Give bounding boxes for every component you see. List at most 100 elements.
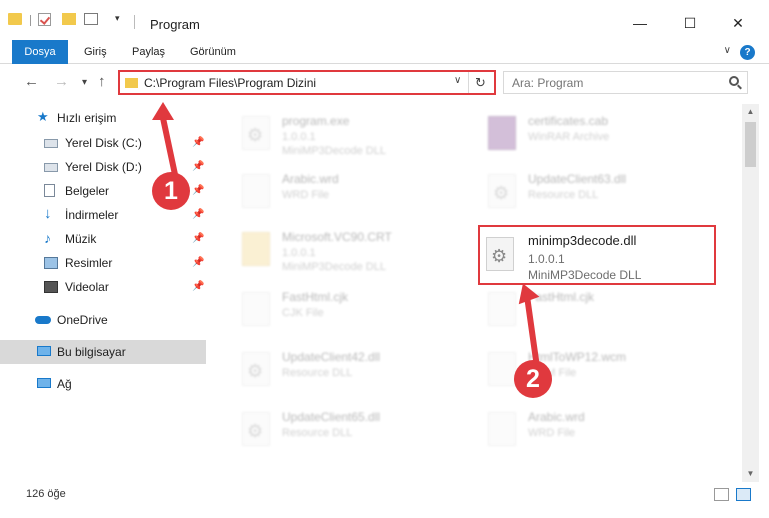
downloads-icon: ↓ bbox=[44, 205, 52, 222]
file-name: UpdateClient65.dll bbox=[282, 410, 381, 424]
vertical-scrollbar[interactable]: ▲ ▼ bbox=[742, 104, 759, 482]
cloud-icon bbox=[35, 316, 51, 324]
file-detail: WRD File bbox=[282, 189, 330, 201]
file-detail: MiniMP3Decode DLL bbox=[282, 145, 386, 157]
title-bar: ▾ Program — ☐ ✕ bbox=[0, 0, 769, 40]
folder-icon bbox=[125, 78, 138, 88]
pin-icon: 📌 bbox=[192, 233, 205, 244]
file-detail: WinRAR Archive bbox=[528, 131, 610, 143]
address-path[interactable]: C:\Program Files\Program Dizini bbox=[144, 76, 316, 90]
sidebar-item-network[interactable]: Ağ bbox=[0, 372, 206, 396]
file-name: minimp3decode.dll bbox=[528, 233, 637, 248]
file-item[interactable]: Arabic.wrd WRD File bbox=[222, 166, 462, 216]
back-button[interactable]: ← bbox=[24, 73, 39, 90]
address-bar[interactable]: C:\Program Files\Program Dizini ∨ ↻ bbox=[118, 70, 496, 95]
scroll-thumb[interactable] bbox=[745, 122, 756, 167]
file-detail: CJK File bbox=[282, 307, 324, 319]
sidebar-item-onedrive[interactable]: OneDrive bbox=[0, 308, 206, 332]
forward-button[interactable]: → bbox=[54, 73, 69, 90]
file-name: UpdateClient42.dll bbox=[282, 350, 381, 364]
file-item[interactable]: UpdateClient65.dll Resource DLL bbox=[222, 404, 462, 454]
file-name: Arabic.wrd bbox=[282, 172, 339, 186]
sidebar-item-label: OneDrive bbox=[57, 313, 108, 327]
file-item[interactable]: Arabic.wrd WRD File bbox=[468, 404, 708, 454]
tiles-view-icon[interactable] bbox=[736, 488, 751, 501]
file-item[interactable]: FastHtml.cjk bbox=[468, 284, 708, 334]
tab-view[interactable]: Görünüm bbox=[178, 40, 248, 64]
minimize-button[interactable]: — bbox=[620, 10, 660, 36]
sidebar-item-label: Belgeler bbox=[65, 184, 110, 198]
sidebar-item-quick-access[interactable]: ★ Hızlı erişim bbox=[0, 106, 206, 130]
scroll-down-icon[interactable]: ▼ bbox=[742, 466, 759, 482]
tab-share[interactable]: Paylaş bbox=[120, 40, 177, 64]
sidebar-item-label: İndirmeler bbox=[65, 208, 119, 222]
sidebar-item-label: Resimler bbox=[65, 256, 113, 270]
file-detail: WRD File bbox=[528, 427, 576, 439]
file-icon bbox=[242, 174, 270, 208]
search-icon[interactable] bbox=[729, 76, 739, 86]
file-name: UpdateClient63.dll bbox=[528, 172, 627, 186]
documents-icon bbox=[44, 184, 55, 197]
new-folder-icon[interactable] bbox=[62, 13, 76, 25]
sidebar-item-music[interactable]: ♪ Müzik 📌 bbox=[0, 227, 206, 251]
pin-icon: 📌 bbox=[192, 209, 205, 220]
file-name: Microsoft.VC90.CRT bbox=[282, 230, 392, 244]
search-box[interactable] bbox=[503, 71, 748, 94]
pin-icon: 📌 bbox=[192, 161, 205, 172]
file-detail: Resource DLL bbox=[282, 427, 353, 439]
file-list: program.exe 1.0.0.1 MiniMP3Decode DLL ce… bbox=[208, 104, 742, 482]
expand-ribbon-icon[interactable]: ∨ bbox=[724, 45, 731, 56]
scroll-up-icon[interactable]: ▲ bbox=[742, 104, 759, 120]
sidebar-item-pictures[interactable]: Resimler 📌 bbox=[0, 251, 206, 275]
annotation-step-1: 1 bbox=[152, 172, 190, 210]
sidebar-item-label: Yerel Disk (C:) bbox=[65, 136, 142, 150]
sidebar-item-label: Videolar bbox=[65, 280, 109, 294]
dll-icon bbox=[242, 412, 270, 446]
customize-toolbar-icon[interactable]: ▾ bbox=[115, 13, 120, 24]
file-name: FastHtml.cjk bbox=[282, 290, 348, 304]
file-item[interactable]: FastHtml.cjk CJK File bbox=[222, 284, 462, 334]
quick-access-separator bbox=[30, 15, 31, 26]
refresh-button[interactable]: ↻ bbox=[468, 72, 492, 93]
pin-icon: 📌 bbox=[192, 137, 205, 148]
up-button[interactable]: ↑ bbox=[98, 73, 106, 90]
details-view-icon[interactable] bbox=[714, 488, 729, 501]
tab-home[interactable]: Giriş bbox=[72, 40, 119, 64]
file-detail: MiniMP3Decode DLL bbox=[528, 268, 642, 282]
file-item[interactable]: Microsoft.VC90.CRT 1.0.0.1 MiniMP3Decode… bbox=[222, 224, 462, 274]
navigation-pane: ★ Hızlı erişim Yerel Disk (C:) 📌 Yerel D… bbox=[0, 104, 208, 482]
maximize-button[interactable]: ☐ bbox=[670, 10, 710, 36]
close-button[interactable]: ✕ bbox=[718, 10, 758, 36]
file-detail: 1.0.0.1 bbox=[282, 131, 316, 143]
file-detail: Resource DLL bbox=[528, 189, 599, 201]
dll-icon bbox=[486, 237, 514, 271]
sidebar-item-disk-c[interactable]: Yerel Disk (C:) 📌 bbox=[0, 131, 206, 155]
search-input[interactable] bbox=[512, 75, 712, 90]
pin-icon: 📌 bbox=[192, 281, 205, 292]
file-item[interactable]: HtmlToWP12.wcm WCM File bbox=[468, 344, 708, 394]
help-icon[interactable]: ? bbox=[740, 45, 755, 60]
ribbon-tabs: Dosya Giriş Paylaş Görünüm ∨ ? bbox=[0, 40, 769, 90]
sidebar-item-this-pc[interactable]: Bu bilgisayar bbox=[0, 340, 206, 364]
pin-icon: 📌 bbox=[192, 185, 205, 196]
file-icon bbox=[488, 352, 516, 386]
window-title: Program bbox=[150, 17, 200, 32]
file-item-minimp3decode[interactable]: minimp3decode.dll 1.0.0.1 MiniMP3Decode … bbox=[478, 225, 716, 285]
folder-icon bbox=[8, 13, 22, 25]
sidebar-item-videos[interactable]: Videolar 📌 bbox=[0, 275, 206, 299]
file-item[interactable]: certificates.cab WinRAR Archive bbox=[468, 108, 708, 158]
executable-icon bbox=[242, 116, 270, 150]
sidebar-item-label: Müzik bbox=[65, 232, 97, 246]
recent-locations-button[interactable]: ▾ bbox=[82, 77, 87, 88]
pictures-icon bbox=[44, 257, 58, 269]
file-item[interactable]: UpdateClient42.dll Resource DLL bbox=[222, 344, 462, 394]
archive-icon bbox=[488, 116, 516, 150]
properties-icon[interactable] bbox=[84, 13, 98, 25]
file-item[interactable]: UpdateClient63.dll Resource DLL bbox=[468, 166, 708, 216]
computer-icon bbox=[37, 346, 51, 356]
properties-check-icon[interactable] bbox=[38, 13, 51, 26]
address-dropdown-button[interactable]: ∨ bbox=[454, 75, 461, 86]
file-item[interactable]: program.exe 1.0.0.1 MiniMP3Decode DLL bbox=[222, 108, 462, 158]
file-name: Arabic.wrd bbox=[528, 410, 585, 424]
drive-icon bbox=[44, 163, 58, 172]
